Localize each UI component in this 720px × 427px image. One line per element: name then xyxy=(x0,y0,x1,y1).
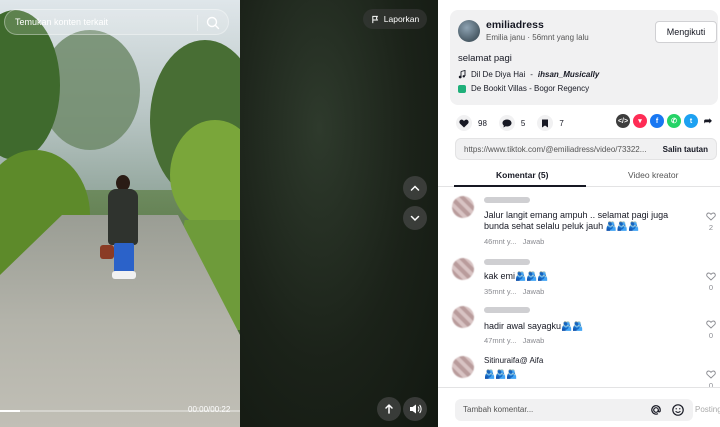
video-info-card: emiliadress Emilia janu · 56mnt yang lal… xyxy=(450,10,718,105)
music-title: Dil De Diya Hai xyxy=(471,70,526,79)
related-search-text: Temukan konten terkait xyxy=(15,17,109,27)
commenter-name[interactable]: Sitinuraifa@ Aifa xyxy=(484,356,543,365)
comment-time: 35mnt y... xyxy=(484,287,517,296)
comment-meta: 47mnt y... Jawab xyxy=(484,336,544,345)
report-button[interactable]: Laporkan xyxy=(363,9,427,29)
floating-share-button[interactable] xyxy=(377,397,401,421)
share-arrow-icon[interactable]: ➦ xyxy=(701,114,715,128)
heart-icon xyxy=(456,115,472,131)
tab-comments[interactable]: Komentar (5) xyxy=(496,170,548,180)
reply-button[interactable]: Jawab xyxy=(523,287,545,296)
location-link[interactable]: De Bookit Villas - Bogor Regency xyxy=(458,84,589,93)
post-comment-button[interactable]: Posting xyxy=(695,405,720,414)
comment-like-count: 0 xyxy=(708,331,714,340)
username[interactable]: emiliadress xyxy=(486,19,544,31)
arrow-up-icon xyxy=(385,403,393,414)
tab-creator-videos[interactable]: Video kreator xyxy=(628,170,678,180)
share-buttons: </> ▾ f ✆ t ➦ xyxy=(616,114,715,128)
whatsapp-icon[interactable]: ✆ xyxy=(667,114,681,128)
volume-icon xyxy=(409,404,422,414)
comment-bubble-icon xyxy=(498,115,515,131)
author-subline: Emilia janu · 56mnt yang lalu xyxy=(486,33,589,42)
commenter-avatar[interactable] xyxy=(452,258,474,280)
comment-text: Jalur langit emang ampuh .. selamat pagi… xyxy=(484,210,669,231)
engagement-stats: 98 5 7 xyxy=(456,115,576,131)
chevron-up-icon xyxy=(410,185,420,191)
commenter-avatar[interactable] xyxy=(452,306,474,328)
comment-like-button[interactable]: 2 xyxy=(705,212,717,232)
commenter-name[interactable] xyxy=(484,196,530,205)
comment-like-button[interactable]: 0 xyxy=(705,272,717,292)
bookmark-icon xyxy=(537,115,554,131)
save-count: 7 xyxy=(559,118,564,128)
video-time: 00:00/00:22 xyxy=(188,405,231,414)
comment-count: 5 xyxy=(520,118,526,128)
music-note-icon xyxy=(458,70,466,79)
search-icon[interactable] xyxy=(204,14,222,32)
like-count: 98 xyxy=(478,118,487,128)
like-button[interactable]: 98 xyxy=(456,115,487,131)
heart-outline-icon xyxy=(706,212,716,221)
save-button[interactable]: 7 xyxy=(537,115,564,131)
video-frame[interactable]: Temukan konten terkait 00:00/00:22 xyxy=(0,0,240,427)
comment-input-placeholder: Tambah komentar... xyxy=(463,405,534,414)
video-url[interactable]: https://www.tiktok.com/@emiliadress/vide… xyxy=(464,145,649,154)
location-name: De Bookit Villas - Bogor Regency xyxy=(471,84,590,93)
previous-video-button[interactable] xyxy=(403,176,427,200)
volume-button[interactable] xyxy=(403,397,427,421)
side-panel: emiliadress Emilia janu · 56mnt yang lal… xyxy=(438,0,720,427)
commenter-avatar[interactable] xyxy=(452,196,474,218)
comment-input[interactable]: Tambah komentar... xyxy=(455,399,693,421)
comment-text: kak emi🫂🫂🫂 xyxy=(484,271,549,281)
comment-like-count: 0 xyxy=(708,283,714,292)
reply-button[interactable]: Jawab xyxy=(523,336,545,345)
music-artist: ihsan_Musically xyxy=(537,70,600,79)
comment-text: hadir awal sayagku🫂🫂 xyxy=(484,321,584,331)
video-area[interactable]: Temukan konten terkait 00:00/00:22 Lapor… xyxy=(0,0,438,427)
following-button[interactable]: Mengikuti xyxy=(655,21,717,43)
related-search-bar[interactable]: Temukan konten terkait xyxy=(4,9,229,35)
comment-like-count: 2 xyxy=(708,223,714,232)
flag-icon xyxy=(372,15,378,23)
post-time: 56mnt yang lalu xyxy=(532,33,589,42)
avatar[interactable] xyxy=(458,20,480,42)
video-caption: selamat pagi xyxy=(458,53,512,64)
comment-time: 47mnt y... xyxy=(484,336,517,345)
heart-outline-icon xyxy=(706,320,716,329)
commenter-name[interactable] xyxy=(484,258,530,267)
embed-icon[interactable]: </> xyxy=(616,114,630,128)
video-person xyxy=(100,175,142,285)
comment-text: 🫂🫂🫂 xyxy=(484,369,518,379)
comment-meta: 35mnt y... Jawab xyxy=(484,287,544,296)
send-icon[interactable]: ▾ xyxy=(633,114,647,128)
next-video-button[interactable] xyxy=(403,206,427,230)
report-label: Laporkan xyxy=(383,14,420,24)
display-name: Emilia janu xyxy=(486,33,526,42)
reply-button[interactable]: Jawab xyxy=(523,237,545,246)
heart-outline-icon xyxy=(706,272,716,281)
comment-composer: Tambah komentar... Posting xyxy=(438,387,720,427)
search-divider xyxy=(197,15,198,31)
twitter-icon[interactable]: t xyxy=(684,114,698,128)
comment-meta: 46mnt y... Jawab xyxy=(484,237,544,246)
facebook-icon[interactable]: f xyxy=(650,114,664,128)
comment-like-button[interactable]: 0 xyxy=(705,320,717,340)
heart-outline-icon xyxy=(706,370,716,379)
comment-button[interactable]: 5 xyxy=(498,115,526,131)
emoji-icon[interactable] xyxy=(671,403,685,419)
video-progress-fill xyxy=(0,410,20,412)
chevron-down-icon xyxy=(410,215,420,222)
panel-tabs: Komentar (5) Video kreator xyxy=(438,165,720,187)
active-tab-indicator xyxy=(454,185,586,187)
music-link[interactable]: Dil De Diya Hai - ihsan_Musically xyxy=(458,70,599,79)
copy-link-button[interactable]: Salin tautan xyxy=(663,145,708,154)
commenter-name[interactable] xyxy=(484,306,530,315)
commenter-avatar[interactable] xyxy=(452,356,474,378)
comment-time: 46mnt y... xyxy=(484,237,517,246)
music-separator: - xyxy=(530,70,533,79)
mention-icon[interactable] xyxy=(649,403,663,419)
video-link-box: https://www.tiktok.com/@emiliadress/vide… xyxy=(455,138,717,160)
location-icon xyxy=(458,84,466,93)
